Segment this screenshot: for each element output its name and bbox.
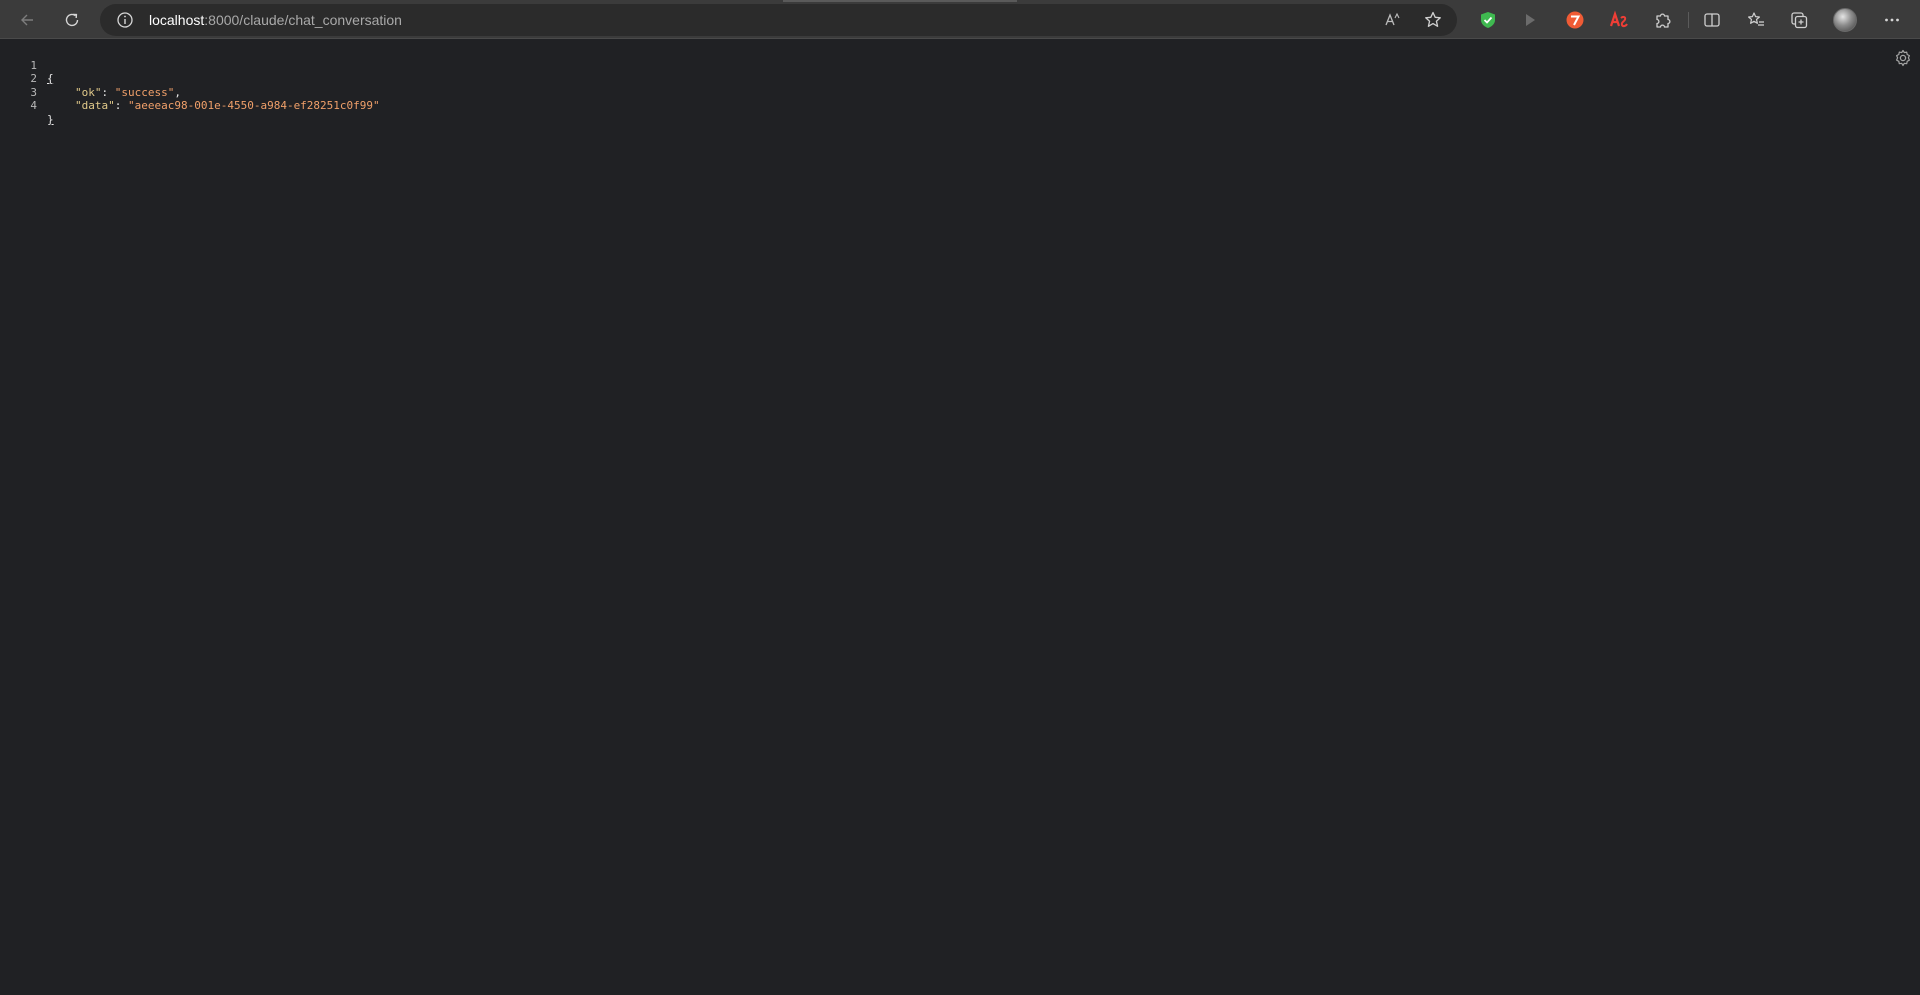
json-key: "ok": [75, 85, 102, 99]
close-brace[interactable]: }: [47, 113, 54, 126]
json-viewer: 1 { 2 "ok": "success", 3 "data": "aeeeac…: [0, 40, 1920, 995]
url-path: :8000/claude/chat_conversation: [204, 12, 402, 28]
url-text[interactable]: localhost:8000/claude/chat_conversation: [149, 12, 402, 28]
split-screen-icon[interactable]: [1702, 10, 1722, 30]
json-separator: :: [114, 99, 128, 112]
code-line: 3 "data": "aeeeac98-001e-4550-a984-ef282…: [0, 72, 379, 113]
read-aloud-icon[interactable]: [1383, 10, 1403, 30]
tab-indicator: [783, 0, 1017, 2]
code-line: 1 {: [0, 45, 53, 86]
toolbar-divider: [1688, 12, 1689, 28]
site-info-icon[interactable]: [116, 11, 134, 29]
back-arrow-icon: [21, 14, 33, 26]
code-line: 4 }: [0, 86, 53, 126]
red-circle-extension-icon[interactable]: [1565, 10, 1585, 30]
url-host: localhost: [149, 12, 205, 28]
json-value: "aeeeac98-001e-4550-a984-ef28251c0f99": [128, 99, 380, 112]
json-value: "success": [114, 85, 175, 99]
json-key: "data": [75, 99, 115, 112]
more-menu-icon[interactable]: [1882, 10, 1902, 30]
viewer-settings-gear-icon[interactable]: [1893, 48, 1913, 68]
play-extension-icon[interactable]: [1520, 10, 1540, 30]
refresh-icon: [65, 13, 79, 27]
favorite-star-icon[interactable]: [1423, 10, 1443, 30]
json-code: 1 { 2 "ok": "success", 3 "data": "aeeeac…: [0, 45, 379, 126]
favorites-list-icon[interactable]: [1746, 10, 1766, 30]
ab-extension-icon[interactable]: [1609, 10, 1629, 30]
code-line: 2 "ok": "success",: [0, 59, 181, 99]
browser-toolbar: localhost:8000/claude/chat_conversation: [0, 0, 1920, 39]
line-number: 4: [30, 99, 37, 112]
json-separator: :: [101, 85, 115, 99]
address-bar[interactable]: localhost:8000/claude/chat_conversation: [100, 4, 1457, 36]
back-button[interactable]: [11, 4, 43, 36]
refresh-button[interactable]: [56, 4, 88, 36]
extensions-puzzle-icon[interactable]: [1653, 10, 1673, 30]
json-comma: ,: [174, 85, 181, 99]
shield-extension-icon[interactable]: [1478, 10, 1498, 30]
open-brace[interactable]: {: [47, 72, 54, 85]
collections-icon[interactable]: [1789, 10, 1809, 30]
profile-avatar[interactable]: [1833, 8, 1857, 32]
